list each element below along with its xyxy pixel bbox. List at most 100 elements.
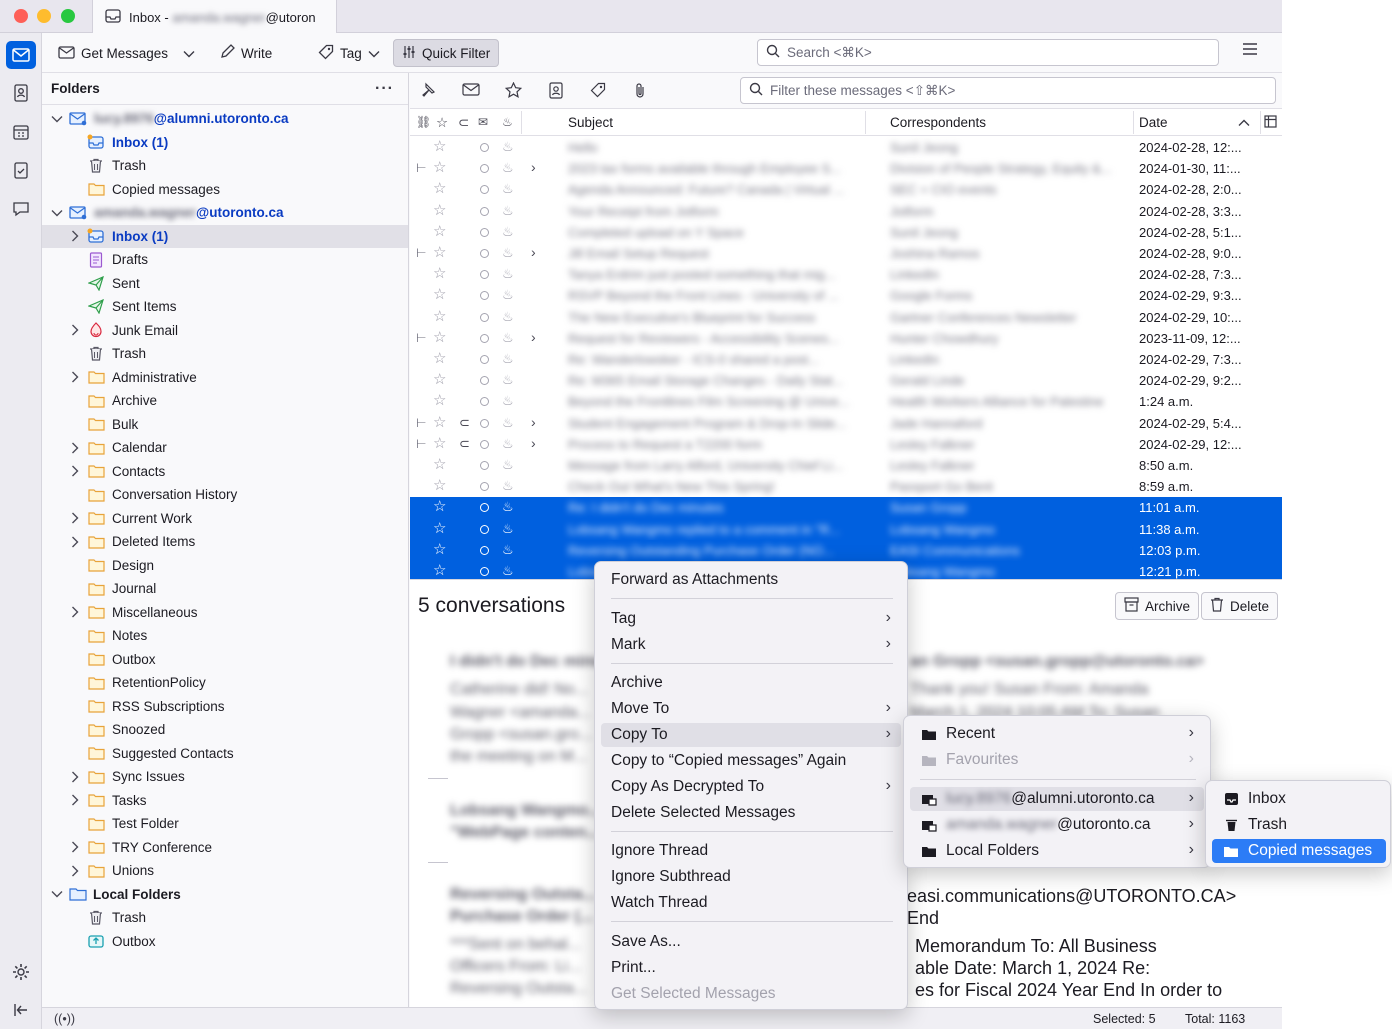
folder-item-snoozed[interactable]: Snoozed — [42, 718, 408, 742]
read-status-icon[interactable] — [480, 185, 489, 195]
menu-copy-again[interactable]: Copy to “Copied messages” Again — [601, 749, 901, 773]
account-utoronto[interactable]: amanda.wagner@utoronto.ca — [42, 201, 408, 225]
star-icon[interactable]: ☆ — [433, 563, 446, 579]
star-column-icon[interactable]: ☆ — [436, 115, 448, 131]
chevron-right-icon[interactable]: › — [531, 244, 536, 260]
folder-item-tasks[interactable]: Tasks — [42, 789, 408, 813]
read-status-icon[interactable] — [480, 461, 489, 470]
menu-archive[interactable]: Archive — [601, 671, 901, 695]
menu-move-to[interactable]: Move To › — [601, 697, 901, 721]
chevron-right-icon[interactable] — [69, 865, 81, 877]
message-row[interactable]: ☆ ♨ Re: I didn't do Dec minutes Susan Gropp… — [410, 497, 1282, 519]
read-status-icon[interactable] — [480, 164, 489, 174]
message-row[interactable]: ☆ ♨ Completed upload on Y Space Sunil Jeong… — [410, 222, 1282, 243]
menu-watch-thread[interactable]: Watch Thread — [601, 891, 901, 915]
message-row[interactable]: ☆ ♨ Message from Larry Alford, University … — [410, 455, 1282, 476]
chat-icon[interactable] — [6, 195, 36, 223]
folder-item-administrative[interactable]: Administrative — [42, 366, 408, 390]
folder-item-unions[interactable]: Unions — [42, 859, 408, 883]
junk-status-icon[interactable]: ♨ — [502, 563, 514, 579]
chevron-right-icon[interactable] — [69, 465, 81, 477]
star-icon[interactable]: ☆ — [433, 541, 446, 558]
read-column-icon[interactable]: ✉ — [478, 115, 488, 129]
folder-item-local-folders[interactable]: Local Folders — [42, 883, 408, 907]
chevron-right-icon[interactable]: › — [531, 435, 536, 451]
junk-column-icon[interactable]: ♨ — [502, 115, 513, 129]
junk-status-icon[interactable]: ♨ — [502, 457, 514, 473]
chevron-right-icon[interactable] — [69, 324, 81, 336]
star-icon[interactable]: ☆ — [433, 372, 446, 388]
read-status-icon[interactable] — [480, 143, 489, 152]
junk-status-icon[interactable]: ♨ — [502, 521, 514, 537]
menu-forward-attachments[interactable]: Forward as Attachments — [601, 568, 901, 592]
address-book-icon[interactable] — [6, 79, 36, 107]
read-status-icon[interactable] — [480, 567, 489, 576]
chevron-right-icon[interactable]: › — [531, 159, 536, 175]
folder-item-try-conference[interactable]: TRY Conference — [42, 836, 408, 860]
star-icon[interactable]: ☆ — [433, 308, 446, 325]
message-row[interactable]: ⊢ ☆ ♨ › Request for Reviewers - Accessibilit… — [410, 328, 1282, 349]
folder-item-bulk[interactable]: Bulk — [42, 413, 408, 437]
folder-item-calendar[interactable]: Calendar — [42, 436, 408, 460]
chevron-right-icon[interactable] — [69, 536, 81, 548]
folder-item-trash[interactable]: Trash — [42, 906, 408, 930]
folder-item-junk-email[interactable]: Junk Email — [42, 319, 408, 343]
star-icon[interactable]: ☆ — [433, 245, 446, 261]
sort-ascending-icon[interactable] — [1238, 115, 1250, 130]
folder-item-journal[interactable]: Journal — [42, 577, 408, 601]
folder-item-inbox-1[interactable]: Inbox (1) — [42, 131, 408, 155]
junk-status-icon[interactable]: ♨ — [502, 478, 514, 494]
folder-item-test-folder[interactable]: Test Folder — [42, 812, 408, 836]
submenu-folder-copied[interactable]: Copied messages — [1212, 839, 1386, 863]
junk-status-icon[interactable]: ♨ — [502, 542, 514, 558]
junk-status-icon[interactable]: ♨ — [502, 415, 514, 431]
star-icon[interactable]: ☆ — [433, 223, 446, 240]
message-row[interactable]: ☆ ♨ Beyond the Frontlines Film Screening @… — [410, 391, 1282, 412]
star-icon[interactable]: ☆ — [433, 414, 446, 431]
pin-icon[interactable] — [420, 82, 436, 101]
thread-column-icon[interactable]: ⛓ — [416, 115, 431, 129]
junk-status-icon[interactable]: ♨ — [502, 330, 514, 346]
star-icon[interactable]: ☆ — [433, 520, 446, 537]
star-icon[interactable]: ☆ — [433, 499, 446, 515]
collapse-spaces-icon[interactable] — [6, 996, 36, 1024]
star-icon[interactable]: ☆ — [433, 139, 446, 155]
folder-item-suggested-contacts[interactable]: Suggested Contacts — [42, 742, 408, 766]
junk-status-icon[interactable]: ♨ — [502, 224, 514, 240]
junk-status-icon[interactable]: ♨ — [502, 160, 514, 176]
filter-messages-input[interactable]: Filter these messages <⇧⌘K> — [740, 77, 1276, 104]
settings-gear-icon[interactable] — [6, 958, 36, 986]
folder-item-outbox[interactable]: Outbox — [42, 648, 408, 672]
get-messages-button[interactable]: Get Messages — [50, 39, 176, 67]
read-status-icon[interactable] — [480, 503, 489, 513]
star-icon[interactable]: ☆ — [433, 181, 446, 197]
folder-item-contacts[interactable]: Contacts — [42, 460, 408, 484]
chevron-down-icon[interactable] — [51, 113, 63, 125]
folder-item-retentionpolicy[interactable]: RetentionPolicy — [42, 671, 408, 695]
message-row[interactable]: ☆ ♨ Lobsang Wangmo replied to a comment in… — [410, 518, 1282, 540]
online-status-icon[interactable]: ((•)) — [54, 1012, 75, 1026]
read-status-icon[interactable] — [480, 418, 489, 428]
message-row[interactable]: ☆ ♨ Agenda Announced: Future? Canada | Vir… — [410, 179, 1282, 200]
message-row[interactable]: ☆ ♨ Your Receipt from Jotform Jotform 2024-0… — [410, 201, 1282, 222]
star-icon[interactable]: ☆ — [433, 351, 446, 367]
chevron-right-icon[interactable] — [69, 442, 81, 454]
account-alumni[interactable]: lucy.8976@alumni.utoronto.ca — [42, 107, 408, 131]
chevron-right-icon[interactable] — [69, 606, 81, 618]
star-icon[interactable]: ☆ — [433, 287, 446, 303]
submenu-account-alumni[interactable]: lucy.8976 @alumni.utoronto.ca › — [910, 787, 1204, 811]
star-icon[interactable]: ☆ — [433, 393, 446, 409]
folder-item-sent[interactable]: Sent — [42, 272, 408, 296]
message-row[interactable]: ☆ ♨ Check Out What's New This Spring! Passp… — [410, 476, 1282, 497]
submenu-recent[interactable]: Recent › — [910, 722, 1204, 746]
submenu-folder-inbox[interactable]: Inbox — [1212, 787, 1384, 811]
folder-item-notes[interactable]: Notes — [42, 624, 408, 648]
folder-item-miscellaneous[interactable]: Miscellaneous — [42, 601, 408, 625]
junk-status-icon[interactable]: ♨ — [502, 436, 514, 452]
star-icon[interactable]: ☆ — [433, 266, 446, 282]
star-icon[interactable]: ☆ — [433, 329, 446, 346]
submenu-local-folders[interactable]: Local Folders › — [910, 839, 1204, 863]
read-status-icon[interactable] — [480, 206, 489, 216]
junk-status-icon[interactable]: ♨ — [502, 203, 514, 219]
contact-filter-icon[interactable] — [548, 82, 564, 102]
